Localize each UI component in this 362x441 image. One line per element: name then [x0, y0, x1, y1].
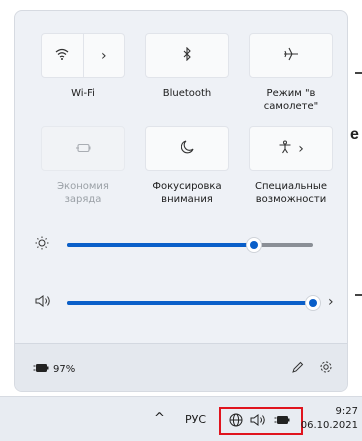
brightness-row	[35, 235, 313, 255]
brightness-fill	[67, 243, 254, 247]
focus-assist-tile[interactable]	[145, 126, 229, 171]
brightness-slider[interactable]	[67, 237, 313, 253]
background-dash	[355, 294, 362, 296]
wifi-expand-button[interactable]: ›	[84, 34, 125, 77]
battery-saver-label: Экономия заряда	[57, 181, 109, 205]
accessibility-tile[interactable]: ›	[249, 126, 333, 171]
globe-icon[interactable]	[229, 413, 243, 430]
wifi-icon	[55, 48, 69, 63]
show-hidden-icons-chevron-up-icon[interactable]: ^	[154, 411, 165, 426]
background-text-fragment: e	[350, 126, 359, 143]
wifi-tile: ›	[41, 33, 125, 78]
wifi-toggle-button[interactable]	[42, 34, 84, 77]
speaker-icon	[35, 295, 57, 311]
settings-gear-icon[interactable]	[319, 360, 333, 378]
edit-quick-settings-pencil-icon[interactable]	[291, 361, 304, 378]
volume-thumb[interactable]	[305, 295, 321, 311]
battery-icon[interactable]	[274, 415, 290, 428]
battery-status[interactable]: 97%	[33, 363, 75, 375]
battery-saver-tile[interactable]	[41, 126, 125, 171]
sun-icon	[35, 236, 57, 254]
clock[interactable]: 9:27 06.10.2021	[301, 405, 358, 433]
input-language-indicator[interactable]: РУС	[185, 413, 206, 426]
volume-fill	[67, 301, 313, 305]
quick-settings-panel: › Wi-Fi Bluetooth Режим "в самолете" Эко…	[14, 10, 348, 392]
wifi-label: Wi-Fi	[71, 88, 95, 99]
airplane-mode-label: Режим "в самолете"	[263, 88, 319, 112]
battery-saver-icon	[75, 142, 91, 156]
chevron-right-icon: ›	[100, 47, 107, 64]
battery-percent: 97%	[53, 363, 76, 375]
quick-settings-footer: 97%	[15, 343, 347, 391]
chevron-right-icon: ›	[298, 140, 304, 157]
speaker-icon[interactable]	[250, 414, 266, 429]
bluetooth-icon	[182, 46, 192, 64]
focus-assist-label: Фокусировка внимания	[152, 181, 222, 205]
bluetooth-label: Bluetooth	[162, 88, 212, 99]
bluetooth-tile[interactable]	[145, 33, 229, 78]
airplane-icon	[283, 47, 299, 64]
volume-expand-chevron-right-icon[interactable]: ›	[328, 294, 334, 310]
brightness-thumb[interactable]	[245, 237, 262, 253]
accessibility-icon	[278, 140, 292, 157]
background-dash	[355, 72, 362, 74]
airplane-mode-tile[interactable]	[249, 33, 333, 78]
moon-icon	[180, 140, 194, 157]
battery-charging-icon	[33, 363, 49, 375]
taskbar: ^ РУС 9:27 06.10.2021	[0, 396, 362, 441]
volume-slider[interactable]	[67, 295, 321, 311]
volume-row	[35, 293, 321, 313]
accessibility-label: Специальные возможности	[255, 181, 327, 205]
clock-date: 06.10.2021	[300, 420, 358, 431]
clock-time: 9:27	[335, 406, 358, 417]
